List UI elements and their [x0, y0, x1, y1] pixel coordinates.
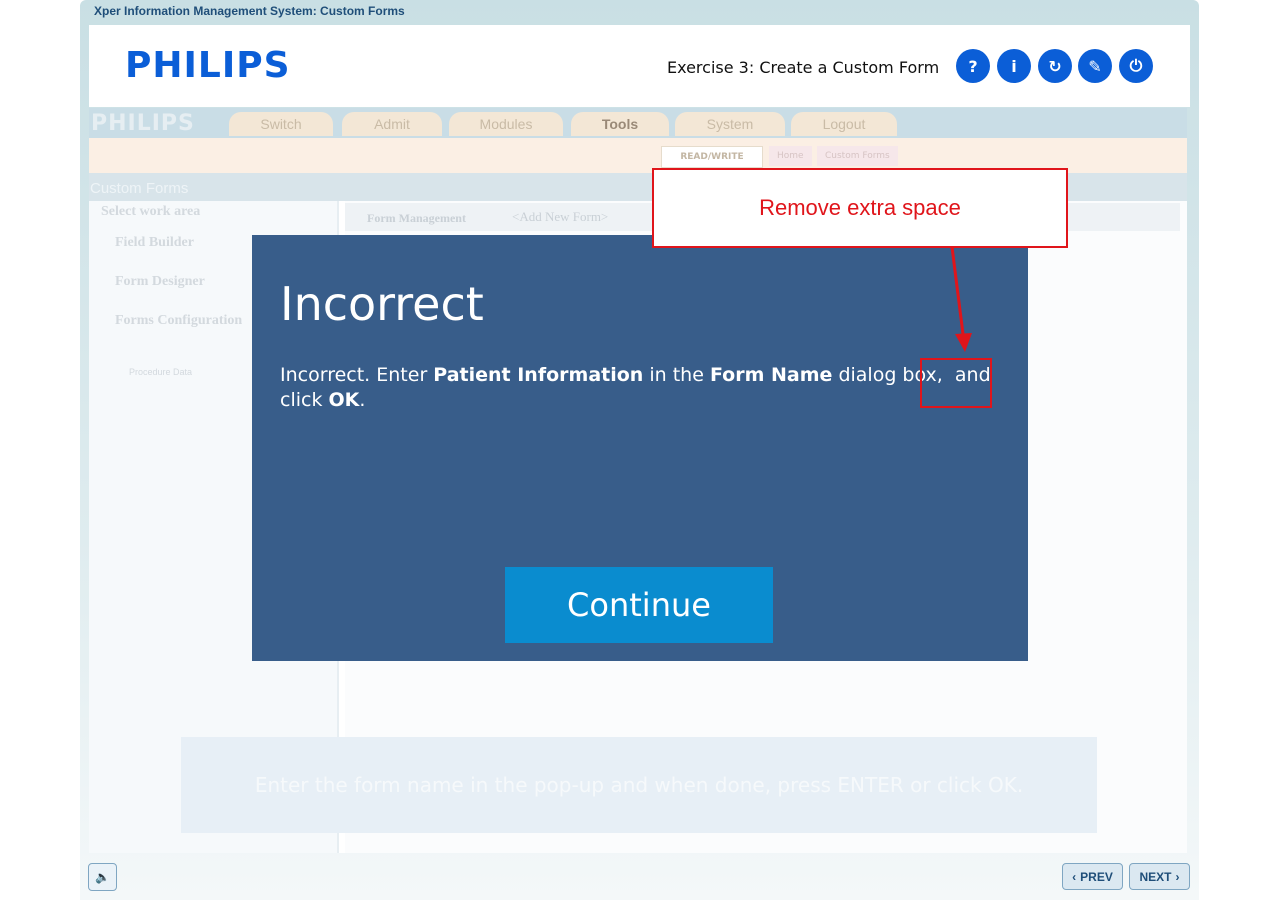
- next-label: NEXT: [1139, 869, 1172, 884]
- window-title: Xper Information Management System: Cust…: [94, 4, 405, 18]
- next-button[interactable]: NEXT ›: [1129, 863, 1190, 890]
- course-header: PHILIPS Exercise 3: Create a Custom Form…: [89, 25, 1190, 107]
- message-form-name: Form Name: [709, 364, 833, 386]
- restart-button[interactable]: ↻: [1038, 49, 1072, 83]
- menu-tools: Tools: [571, 112, 669, 136]
- tree-item: Procedure Data: [129, 367, 193, 377]
- help-button[interactable]: ?: [956, 49, 990, 83]
- section-title: Custom Forms: [90, 180, 189, 197]
- menu-logout: Logout: [791, 112, 897, 136]
- prev-button[interactable]: ‹ PREV: [1062, 863, 1123, 890]
- option-forms-configuration: Forms Configuration: [115, 313, 243, 328]
- feedback-modal: Incorrect Incorrect. Enter Patient Infor…: [252, 235, 1028, 661]
- exercise-title: Exercise 3: Create a Custom Form: [667, 58, 940, 77]
- chevron-right-icon: ›: [1175, 869, 1180, 884]
- info-icon: i: [1011, 56, 1017, 76]
- prev-label: PREV: [1080, 869, 1113, 884]
- continue-button[interactable]: Continue: [505, 567, 773, 643]
- form-management-label: Form Management: [367, 211, 466, 225]
- menu-switch: Switch: [229, 112, 333, 136]
- read-write-indicator: READ/WRITE: [661, 146, 763, 168]
- option-field-builder: Field Builder: [115, 235, 194, 250]
- menu-system: System: [675, 112, 785, 136]
- message-text: Incorrect. Enter: [280, 364, 434, 386]
- pen-icon: ✎: [1088, 56, 1102, 76]
- review-callout: Remove extra space: [652, 168, 1068, 248]
- app-menu-bar: PHILIPS Switch Admit Modules Tools Syste…: [89, 108, 1187, 138]
- chevron-left-icon: ‹: [1072, 869, 1077, 884]
- message-ok: OK: [328, 389, 360, 411]
- speaker-icon: 🔈: [95, 870, 110, 884]
- info-button[interactable]: i: [997, 49, 1031, 83]
- breadcrumb-home: Home: [769, 146, 812, 166]
- breadcrumb-custom-forms: Custom Forms: [817, 146, 898, 166]
- exit-button[interactable]: ⏻: [1119, 49, 1153, 83]
- pen-button[interactable]: ✎: [1078, 49, 1112, 83]
- message-text: in the: [643, 364, 710, 386]
- work-area-heading: Select work area: [101, 204, 201, 219]
- option-form-designer: Form Designer: [115, 274, 205, 289]
- app-logo: PHILIPS: [91, 111, 195, 136]
- modal-title: Incorrect: [280, 277, 484, 331]
- menu-admit: Admit: [342, 112, 442, 136]
- power-icon: ⏻: [1129, 56, 1143, 75]
- message-text: .: [359, 389, 366, 411]
- instruction-banner: Enter the form name in the pop-up and wh…: [181, 737, 1097, 833]
- menu-modules: Modules: [449, 112, 563, 136]
- audio-button[interactable]: 🔈: [88, 863, 117, 891]
- message-patient-information: Patient Information: [433, 364, 644, 386]
- add-new-form-select: <Add New Form>: [512, 209, 609, 224]
- review-highlight-box: [920, 358, 992, 408]
- modal-message: Incorrect. Enter Patient Information in …: [280, 363, 1000, 413]
- help-icon: ?: [968, 56, 978, 76]
- restart-icon: ↻: [1048, 56, 1062, 76]
- philips-logo: PHILIPS: [125, 45, 291, 86]
